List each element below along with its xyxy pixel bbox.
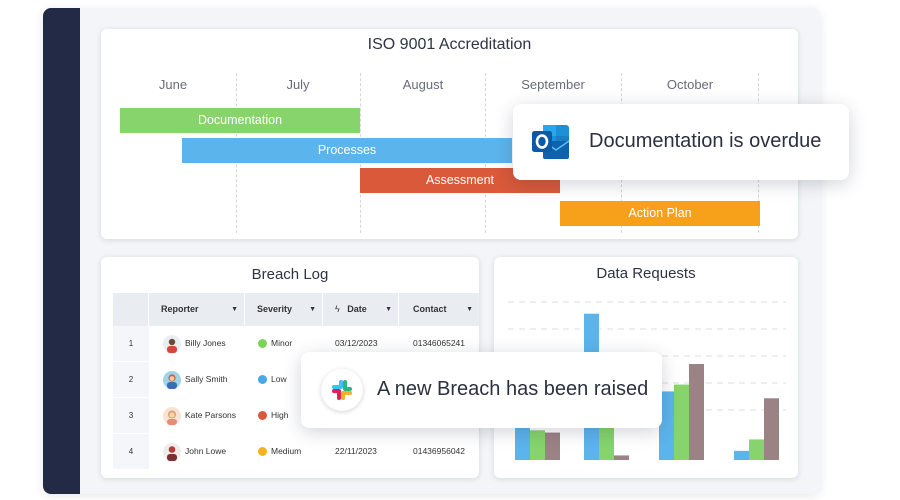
severity-dot (258, 339, 267, 348)
row-index: 1 (113, 326, 149, 361)
row-index: 3 (113, 398, 149, 433)
contact-value: 01436956042 (413, 446, 466, 456)
row-index: 2 (113, 362, 149, 397)
slack-icon-container (321, 369, 363, 411)
month-september: September (521, 77, 585, 92)
severity-dot (258, 447, 267, 456)
reporter-name: John Lowe (185, 446, 227, 456)
avatar (163, 371, 181, 389)
chart-bar (614, 455, 629, 460)
breach-log-title: Breach Log (251, 266, 329, 283)
avatar (163, 335, 181, 353)
slack-notification[interactable]: A new Breach has been raised (301, 352, 662, 428)
slack-message: A new Breach has been raised (377, 378, 649, 400)
severity-dot (258, 375, 267, 384)
chart-bar (749, 439, 764, 460)
outlook-icon (532, 125, 570, 159)
chart-bar (734, 450, 749, 460)
severity-dot (258, 411, 267, 420)
caret-down-icon[interactable]: ▼ (309, 293, 316, 326)
chart-bar (545, 432, 560, 460)
header-date[interactable]: ϟ Date ▼ (323, 293, 399, 326)
reporter-name: Kate Parsons (185, 410, 237, 420)
header-severity-label: Severity (257, 304, 293, 314)
chart-bar (674, 384, 689, 460)
severity-label: Low (271, 374, 287, 384)
avatar (163, 407, 181, 425)
caret-down-icon[interactable]: ▼ (385, 293, 392, 326)
month-august: August (402, 77, 444, 92)
date-value: 22/11/2023 (335, 446, 377, 456)
header-contact-label: Contact (413, 304, 447, 314)
task-bar-processes[interactable]: Processes (182, 138, 512, 163)
month-october: October (666, 77, 714, 92)
table-row[interactable]: 4 John Lowe Medium 22/11/2023 0143695604… (113, 434, 479, 469)
severity-label: Minor (271, 338, 293, 348)
severity-label: High (271, 410, 289, 420)
severity-label: Medium (271, 446, 302, 456)
header-reporter[interactable]: Reporter ▼ (149, 293, 245, 326)
header-reporter-label: Reporter (161, 304, 199, 314)
task-bar-documentation[interactable]: Documentation (120, 108, 360, 133)
table-header: Reporter ▼ Severity ▼ ϟ Date ▼ Contact ▼ (113, 293, 479, 326)
month-june: June (158, 77, 188, 92)
row-index: 4 (113, 434, 149, 469)
header-severity[interactable]: Severity ▼ (245, 293, 323, 326)
chart-bar (689, 364, 704, 460)
task-bar-action-plan[interactable]: Action Plan (560, 201, 760, 226)
bolt-icon: ϟ (335, 304, 340, 314)
slack-icon (332, 380, 352, 400)
chart-bar (764, 398, 779, 460)
reporter-name: Sally Smith (185, 374, 228, 384)
header-date-label: Date (347, 304, 367, 314)
month-july: July (286, 77, 310, 92)
header-index (113, 293, 149, 326)
sidebar (43, 8, 80, 494)
reporter-name: Billy Jones (185, 338, 226, 348)
caret-down-icon[interactable]: ▼ (231, 293, 238, 326)
gantt-title: ISO 9001 Accreditation (367, 36, 532, 53)
outlook-message: Documentation is overdue (589, 130, 822, 152)
chart-bar (530, 430, 545, 460)
header-contact[interactable]: Contact ▼ (399, 293, 479, 326)
caret-down-icon[interactable]: ▼ (466, 293, 473, 326)
avatar (163, 443, 181, 461)
outlook-notification[interactable]: Documentation is overdue (513, 104, 849, 180)
app-canvas: ISO 9001 Accreditation June July August … (0, 0, 900, 500)
